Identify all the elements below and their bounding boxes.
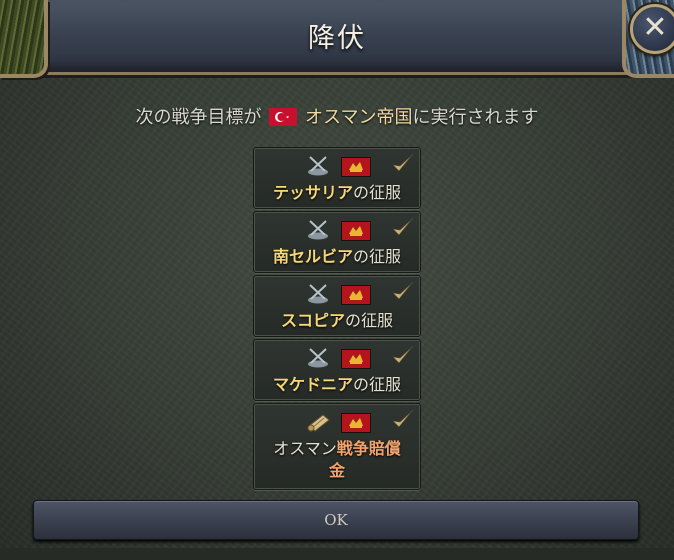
crossed-swords-icon	[308, 156, 328, 176]
subtitle-suffix: に実行されます	[412, 107, 539, 128]
venetian-flag-icon	[341, 221, 371, 241]
crossed-swords-icon	[308, 220, 328, 240]
crossed-swords-icon	[308, 348, 328, 368]
close-icon: ✕	[642, 10, 668, 45]
subtitle-prefix: 次の戦争目標が	[135, 107, 262, 128]
surrender-dialog: 降伏 ✕ 次の戦争目標が オスマン帝国に実行されます テッサリアの征服 南セルビ…	[0, 0, 674, 560]
war-goal-label: マケドニアの征服	[272, 375, 402, 394]
war-goal-subtitle: 次の戦争目標が オスマン帝国に実行されます	[0, 103, 674, 129]
war-goal-label: オスマン戦争賠償金	[273, 439, 401, 480]
close-button[interactable]: ✕	[630, 4, 674, 54]
checkmark-icon	[392, 409, 414, 428]
war-goal-label: 南セルビアの征服	[272, 247, 402, 266]
dialog-title: 降伏	[308, 23, 366, 54]
venetian-flag-icon	[341, 285, 371, 305]
subtitle-country: オスマン帝国	[305, 107, 413, 128]
scroll-icon	[307, 414, 330, 432]
checkmark-icon	[392, 217, 414, 236]
checkmark-icon	[392, 345, 414, 364]
war-goal-item: スコピアの征服	[253, 275, 421, 337]
war-goal-item: オスマン戦争賠償金	[253, 403, 421, 490]
venetian-flag-icon	[341, 157, 371, 177]
ok-button[interactable]: OK	[33, 500, 639, 540]
crossed-swords-icon	[308, 284, 328, 304]
checkmark-icon	[392, 281, 414, 300]
war-goal-label: スコピアの征服	[280, 311, 394, 330]
war-goal-label: テッサリアの征服	[272, 183, 402, 202]
header-corner-left-decoration	[0, 0, 48, 78]
turkish-flag-icon	[269, 108, 298, 126]
war-goal-item: テッサリアの征服	[253, 147, 421, 209]
venetian-flag-icon	[341, 413, 371, 433]
dialog-header: 降伏	[34, 0, 640, 75]
bottom-border	[0, 548, 674, 560]
checkmark-icon	[392, 153, 414, 172]
war-goal-item: 南セルビアの征服	[253, 211, 421, 273]
venetian-flag-icon	[341, 349, 371, 369]
war-goal-item: マケドニアの征服	[253, 339, 421, 401]
